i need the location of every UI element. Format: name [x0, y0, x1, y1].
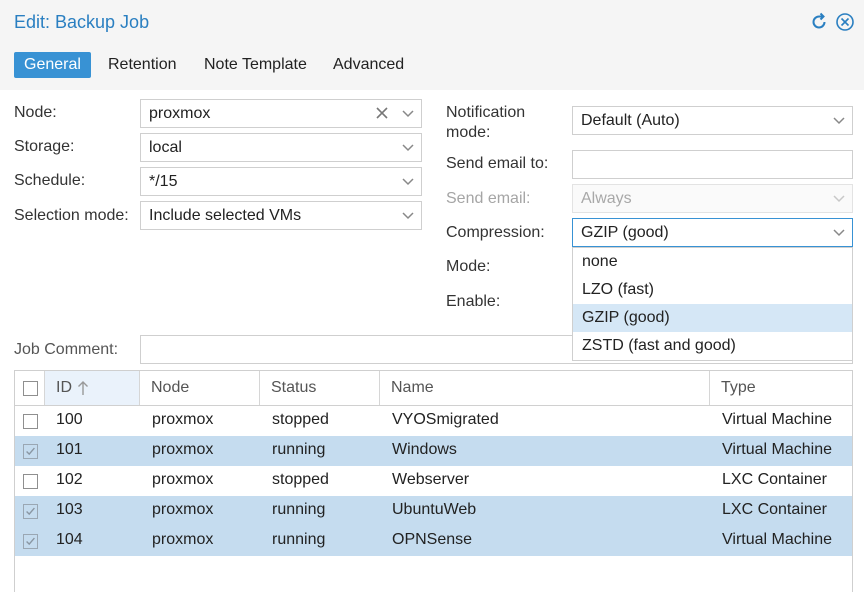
guest-grid: ID Node Status Name Type 100 proxmox sto…	[14, 370, 853, 592]
row-status: stopped	[272, 471, 329, 488]
row-id: 102	[56, 471, 83, 488]
notification-mode-combobox[interactable]: Default (Auto)	[572, 106, 853, 135]
row-checkbox[interactable]	[23, 474, 38, 489]
send-email-to-input[interactable]	[572, 150, 853, 179]
close-icon[interactable]	[835, 12, 855, 32]
chevron-down-icon[interactable]	[831, 112, 847, 128]
column-header-status[interactable]: Status	[260, 371, 380, 405]
chevron-down-icon[interactable]	[400, 139, 416, 155]
row-checkbox[interactable]	[23, 414, 38, 429]
send-email-value: Always	[581, 190, 632, 207]
row-id: 101	[56, 441, 83, 458]
selection-mode-label: Selection mode:	[14, 207, 129, 224]
mode-label: Mode:	[446, 258, 491, 275]
row-id: 100	[56, 411, 83, 428]
row-node: proxmox	[152, 471, 214, 488]
row-type: Virtual Machine	[722, 531, 832, 548]
chevron-down-icon[interactable]	[831, 224, 847, 240]
column-header-id[interactable]: ID	[45, 371, 140, 405]
tab-retention[interactable]: Retention	[98, 52, 187, 78]
chevron-down-icon[interactable]	[400, 105, 416, 121]
row-id: 104	[56, 531, 83, 548]
send-email-to-label: Send email to:	[446, 155, 549, 172]
row-status: running	[272, 501, 326, 518]
select-all-checkbox[interactable]	[23, 381, 38, 396]
table-row[interactable]: 103 proxmox running UbuntuWeb LXC Contai…	[15, 496, 852, 526]
table-row[interactable]: 104 proxmox running OPNSense Virtual Mac…	[15, 526, 852, 556]
tab-bar: General Retention Note Template Advanced	[0, 44, 864, 90]
row-node: proxmox	[152, 441, 214, 458]
schedule-label: Schedule:	[14, 172, 86, 189]
column-header-node[interactable]: Node	[140, 371, 260, 405]
row-type: Virtual Machine	[722, 441, 832, 458]
row-status: running	[272, 441, 326, 458]
row-name: UbuntuWeb	[392, 501, 477, 518]
column-header-name[interactable]: Name	[380, 371, 710, 405]
row-type: Virtual Machine	[722, 411, 832, 428]
storage-label: Storage:	[14, 138, 75, 155]
window-titlebar: Edit: Backup Job	[0, 0, 864, 44]
job-comment-label: Job Comment:	[14, 341, 119, 358]
node-label: Node:	[14, 104, 57, 121]
select-all-cell	[15, 371, 45, 405]
row-status: running	[272, 531, 326, 548]
window-title: Edit: Backup Job	[14, 12, 150, 32]
chevron-down-icon[interactable]	[400, 173, 416, 189]
row-node: proxmox	[152, 411, 214, 428]
compression-combobox[interactable]: GZIP (good)	[572, 218, 853, 247]
row-name: Windows	[392, 441, 457, 458]
compression-value: GZIP (good)	[581, 224, 669, 241]
node-value: proxmox	[149, 105, 211, 122]
row-id: 103	[56, 501, 83, 518]
chevron-down-icon[interactable]	[400, 207, 416, 223]
row-type: LXC Container	[722, 471, 827, 488]
compression-label: Compression:	[446, 224, 545, 241]
row-node: proxmox	[152, 531, 214, 548]
enable-label: Enable:	[446, 293, 501, 310]
send-email-combobox: Always	[572, 184, 853, 213]
node-combobox[interactable]: proxmox	[140, 99, 422, 128]
compression-option-gzip[interactable]: GZIP (good)	[573, 304, 852, 332]
grid-header: ID Node Status Name Type	[15, 371, 852, 406]
notification-mode-label-line1: Notification	[446, 104, 526, 121]
tab-general[interactable]: General	[14, 52, 91, 78]
row-name: OPNSense	[392, 531, 473, 548]
column-header-id-label: ID	[56, 379, 72, 396]
tab-advanced[interactable]: Advanced	[323, 52, 414, 78]
selection-mode-value: Include selected VMs	[149, 207, 302, 224]
schedule-combobox[interactable]: */15	[140, 167, 422, 196]
column-header-type[interactable]: Type	[710, 371, 852, 405]
compression-dropdown-list: none LZO (fast) GZIP (good) ZSTD (fast a…	[572, 247, 853, 361]
chevron-down-icon	[833, 195, 845, 203]
sort-ascending-icon	[78, 381, 88, 395]
compression-option-zstd[interactable]: ZSTD (fast and good)	[573, 332, 852, 360]
selection-mode-combobox[interactable]: Include selected VMs	[140, 201, 422, 230]
tab-note-template[interactable]: Note Template	[194, 52, 317, 78]
notification-mode-label-line2: mode:	[446, 124, 491, 141]
row-checkbox-checked[interactable]	[23, 444, 38, 459]
row-name: Webserver	[392, 471, 470, 488]
row-name: VYOSmigrated	[392, 411, 499, 428]
row-type: LXC Container	[722, 501, 827, 518]
send-email-label: Send email:	[446, 190, 531, 207]
storage-combobox[interactable]: local	[140, 133, 422, 162]
table-row[interactable]: 101 proxmox running Windows Virtual Mach…	[15, 436, 852, 466]
row-checkbox-checked[interactable]	[23, 504, 38, 519]
row-checkbox-checked[interactable]	[23, 534, 38, 549]
table-row[interactable]: 102 proxmox stopped Webserver LXC Contai…	[15, 466, 852, 496]
row-status: stopped	[272, 411, 329, 428]
notification-mode-value: Default (Auto)	[581, 112, 680, 129]
compression-option-lzo[interactable]: LZO (fast)	[573, 276, 852, 304]
row-node: proxmox	[152, 501, 214, 518]
table-row[interactable]: 100 proxmox stopped VYOSmigrated Virtual…	[15, 406, 852, 436]
schedule-value: */15	[149, 173, 178, 190]
compression-option-none[interactable]: none	[573, 248, 852, 276]
clear-icon[interactable]	[375, 106, 389, 120]
reset-icon[interactable]	[809, 12, 829, 32]
storage-value: local	[149, 139, 182, 156]
